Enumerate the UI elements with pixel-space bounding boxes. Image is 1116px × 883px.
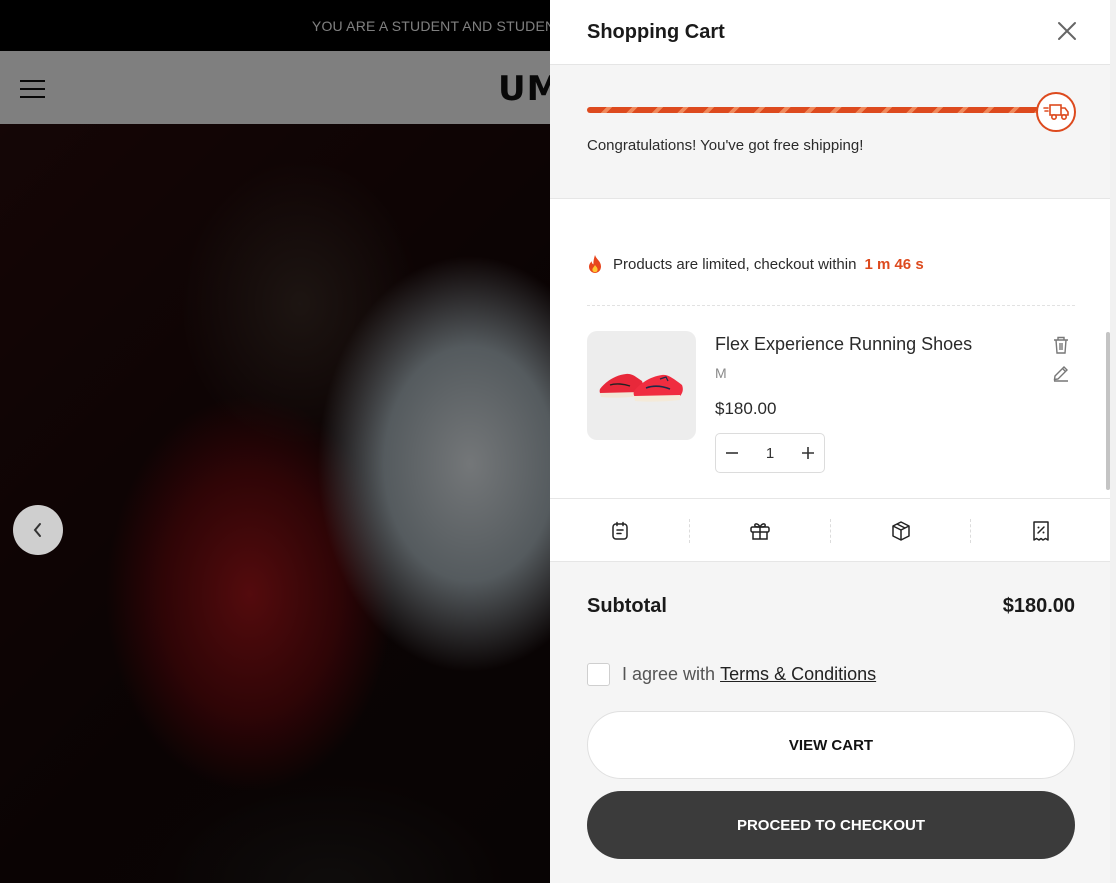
- remove-item-button[interactable]: [1052, 335, 1070, 355]
- view-cart-button[interactable]: VIEW CART: [587, 711, 1075, 779]
- divider: [587, 305, 1075, 306]
- edit-icon: [1053, 366, 1068, 382]
- gift-wrap-button[interactable]: [690, 499, 830, 562]
- free-shipping-panel: [550, 65, 1110, 199]
- plus-icon: [802, 447, 814, 459]
- subtotal-value: $180.00: [1002, 595, 1075, 617]
- coupon-icon: [1033, 520, 1049, 541]
- quantity-stepper: 1: [715, 433, 825, 473]
- shipping-progress-bar: [587, 107, 1047, 113]
- shipping-estimate-button[interactable]: [831, 499, 971, 562]
- subtotal-label: Subtotal: [587, 595, 667, 617]
- close-icon: [1058, 22, 1076, 40]
- edit-item-button[interactable]: [1052, 362, 1070, 382]
- cart-footer: Subtotal $180.00 I agree with Terms & Co…: [550, 562, 1110, 883]
- agree-text: I agree with: [622, 664, 716, 684]
- quantity-value[interactable]: 1: [748, 445, 792, 462]
- close-button[interactable]: [1056, 20, 1078, 42]
- scrollbar-thumb[interactable]: [1106, 332, 1110, 490]
- minus-icon: [726, 452, 738, 454]
- terms-link[interactable]: Terms & Conditions: [720, 664, 876, 685]
- shipping-box-icon: [892, 520, 910, 541]
- order-note-button[interactable]: [550, 499, 690, 562]
- coupon-button[interactable]: [971, 499, 1111, 562]
- terms-agreement: I agree with Terms & Conditions: [587, 663, 876, 686]
- delivery-truck-icon: [1036, 92, 1076, 132]
- red-running-shoes-image: [599, 373, 683, 402]
- urgency-notice: Products are limited, checkout within 1 …: [587, 254, 924, 274]
- quantity-increase-button[interactable]: [792, 434, 824, 472]
- gift-icon: [750, 522, 770, 540]
- trash-icon: [1054, 336, 1068, 354]
- urgency-text: Products are limited, checkout within: [613, 255, 857, 273]
- chevron-left-icon: [33, 523, 41, 537]
- countdown-timer: 1 m 46 s: [864, 255, 924, 273]
- product-name[interactable]: Flex Experience Running Shoes: [715, 334, 972, 355]
- order-note-icon: [612, 521, 628, 540]
- shipping-message: Congratulations! You've got free shippin…: [587, 137, 864, 154]
- quantity-decrease-button[interactable]: [716, 434, 748, 472]
- checkout-button[interactable]: PROCEED TO CHECKOUT: [587, 791, 1075, 859]
- cart-title: Shopping Cart: [587, 21, 725, 43]
- scrollbar-track[interactable]: [1110, 0, 1116, 883]
- cart-header: Shopping Cart: [550, 0, 1110, 65]
- terms-checkbox[interactable]: [587, 663, 610, 686]
- cart-drawer: Shopping Cart Congratulations! You've go…: [550, 0, 1116, 883]
- product-variant: M: [715, 365, 727, 381]
- product-image[interactable]: [587, 331, 696, 440]
- cart-tools-bar: [550, 498, 1110, 562]
- slider-prev-button[interactable]: [13, 505, 63, 555]
- fire-icon: [589, 255, 601, 273]
- product-price: $180.00: [715, 399, 777, 418]
